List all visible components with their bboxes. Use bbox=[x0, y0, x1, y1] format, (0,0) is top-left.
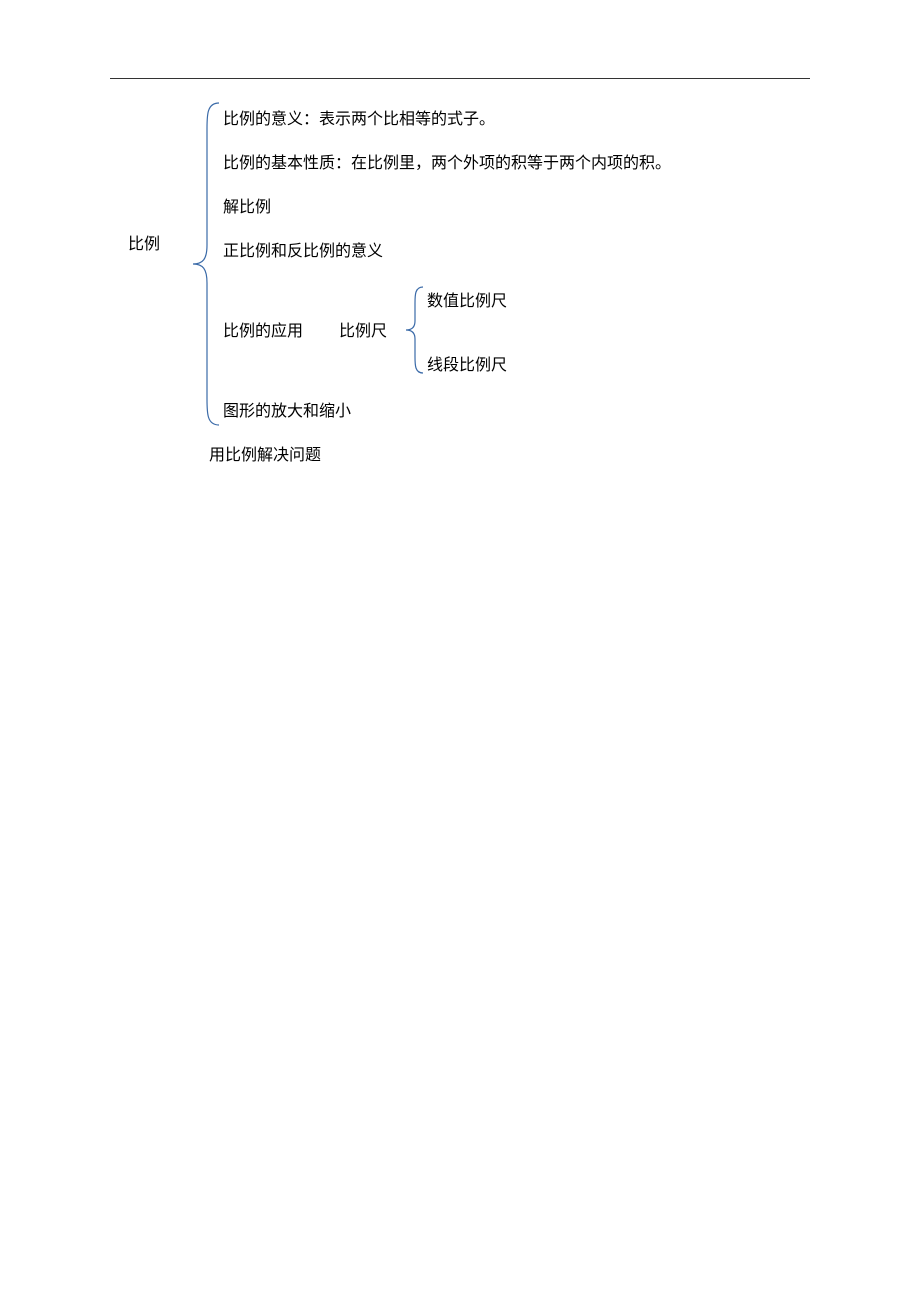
application-block: 比例的应用 比例尺 数值比例尺 线段比例尺 bbox=[223, 281, 671, 377]
item-scale-numeric: 数值比例尺 bbox=[427, 287, 507, 311]
horizontal-rule bbox=[110, 78, 810, 79]
level1-items: 比例的意义：表示两个比相等的式子。 比例的基本性质：在比例里，两个外项的积等于两… bbox=[223, 95, 671, 465]
item-direct-inverse: 正比例和反比例的意义 bbox=[223, 237, 671, 261]
main-bracket-icon bbox=[183, 101, 223, 427]
item-solve: 解比例 bbox=[223, 193, 671, 217]
item-meaning: 比例的意义：表示两个比相等的式子。 bbox=[223, 105, 671, 129]
root-label: 比例 bbox=[128, 230, 160, 254]
sub-bracket-icon bbox=[399, 285, 429, 375]
item-property: 比例的基本性质：在比例里，两个外项的积等于两个内项的积。 bbox=[223, 149, 671, 173]
scale-sub-items: 数值比例尺 线段比例尺 bbox=[427, 287, 507, 375]
item-scale: 比例尺 bbox=[339, 323, 387, 340]
item-solve-problems: 用比例解决问题 bbox=[209, 441, 671, 465]
item-scale-segment: 线段比例尺 bbox=[427, 351, 507, 375]
item-enlarge-shrink: 图形的放大和缩小 bbox=[223, 397, 671, 421]
item-application: 比例的应用 bbox=[223, 323, 303, 340]
